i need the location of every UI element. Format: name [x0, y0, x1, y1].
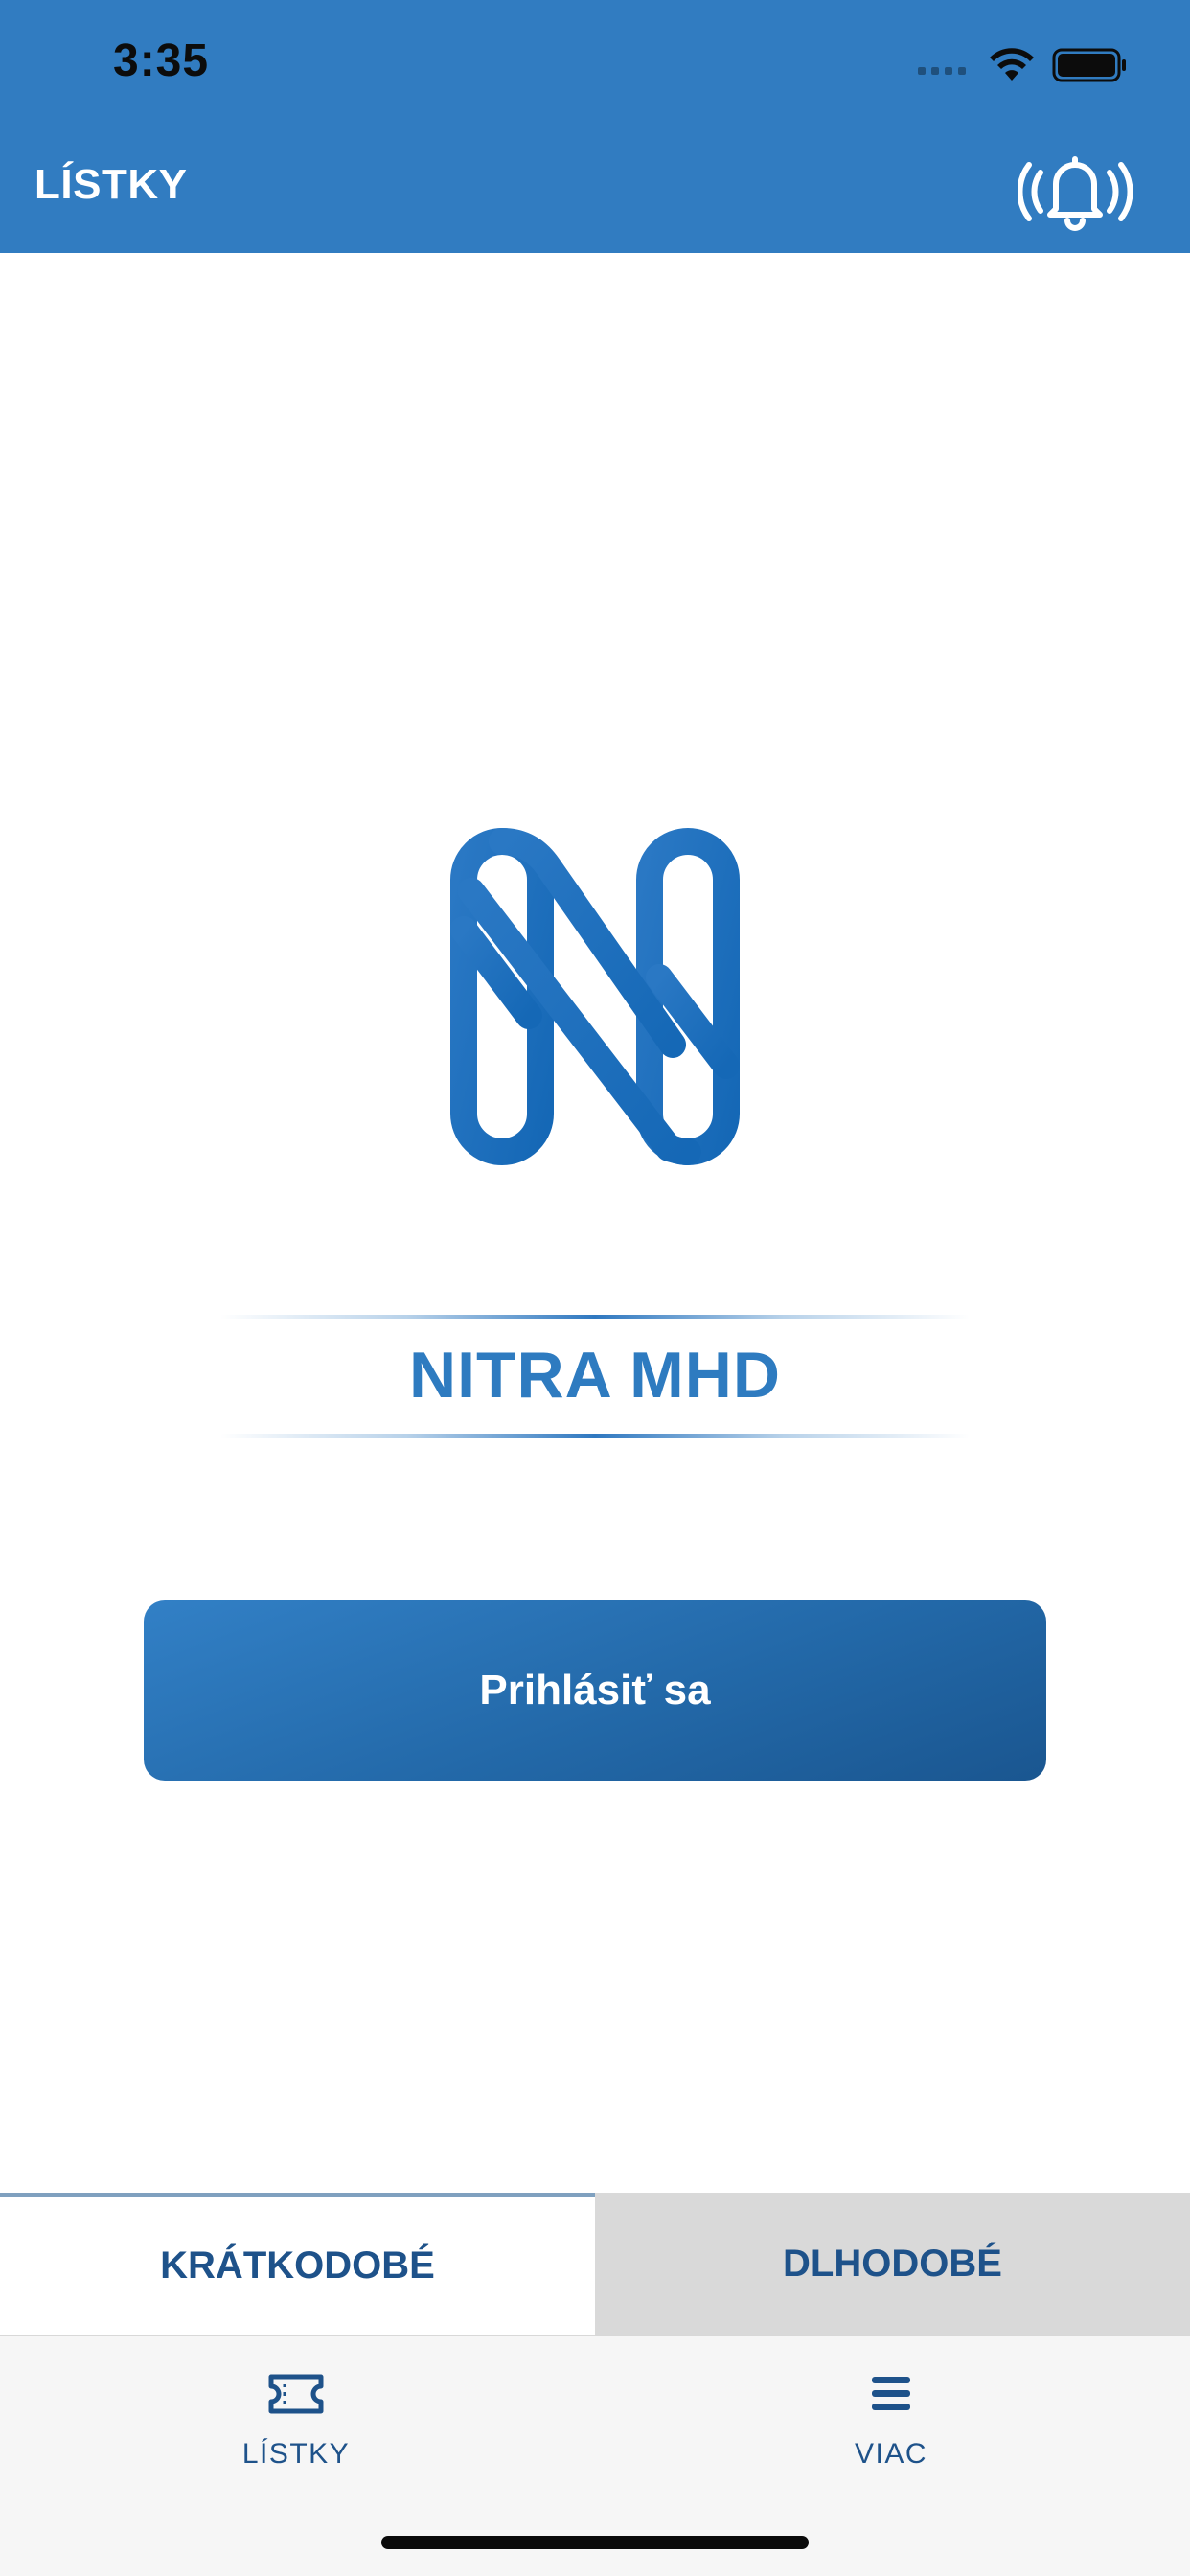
- page-title: LÍSTKY: [34, 161, 188, 208]
- notifications-button[interactable]: [1016, 144, 1134, 236]
- app-name: NITRA MHD: [409, 1339, 781, 1412]
- tab-more[interactable]: VIAC: [747, 2371, 1035, 2471]
- ticket-icon: [268, 2374, 324, 2414]
- app-logo: [443, 824, 747, 1169]
- menu-icon: [872, 2377, 910, 2410]
- battery-icon: [1052, 48, 1126, 82]
- divider-bottom: [220, 1434, 970, 1438]
- segment-long-term[interactable]: DLHODOBÉ: [595, 2193, 1190, 2334]
- divider-top: [220, 1315, 970, 1319]
- status-time: 3:35: [113, 35, 210, 86]
- bell-ringing-icon: [1018, 156, 1133, 231]
- header-bar: 3:35 LÍSTKY: [0, 0, 1190, 253]
- wifi-icon: [990, 48, 1034, 80]
- ticket-type-segment: KRÁTKODOBÉ DLHODOBÉ: [0, 2193, 1190, 2334]
- status-icons: [918, 42, 1129, 88]
- tab-tickets-label: LÍSTKY: [241, 2438, 351, 2470]
- tab-tickets[interactable]: LÍSTKY: [152, 2371, 440, 2471]
- screen: 3:35 LÍSTKY NITRA MHD Prihlásiť sa KRÁTK…: [0, 0, 1190, 2576]
- tab-more-label: VIAC: [854, 2438, 928, 2470]
- cellular-signal-icon: [918, 56, 966, 75]
- segment-short-term[interactable]: KRÁTKODOBÉ: [0, 2193, 595, 2334]
- home-indicator: [381, 2536, 809, 2549]
- login-button[interactable]: Prihlásiť sa: [144, 1600, 1046, 1781]
